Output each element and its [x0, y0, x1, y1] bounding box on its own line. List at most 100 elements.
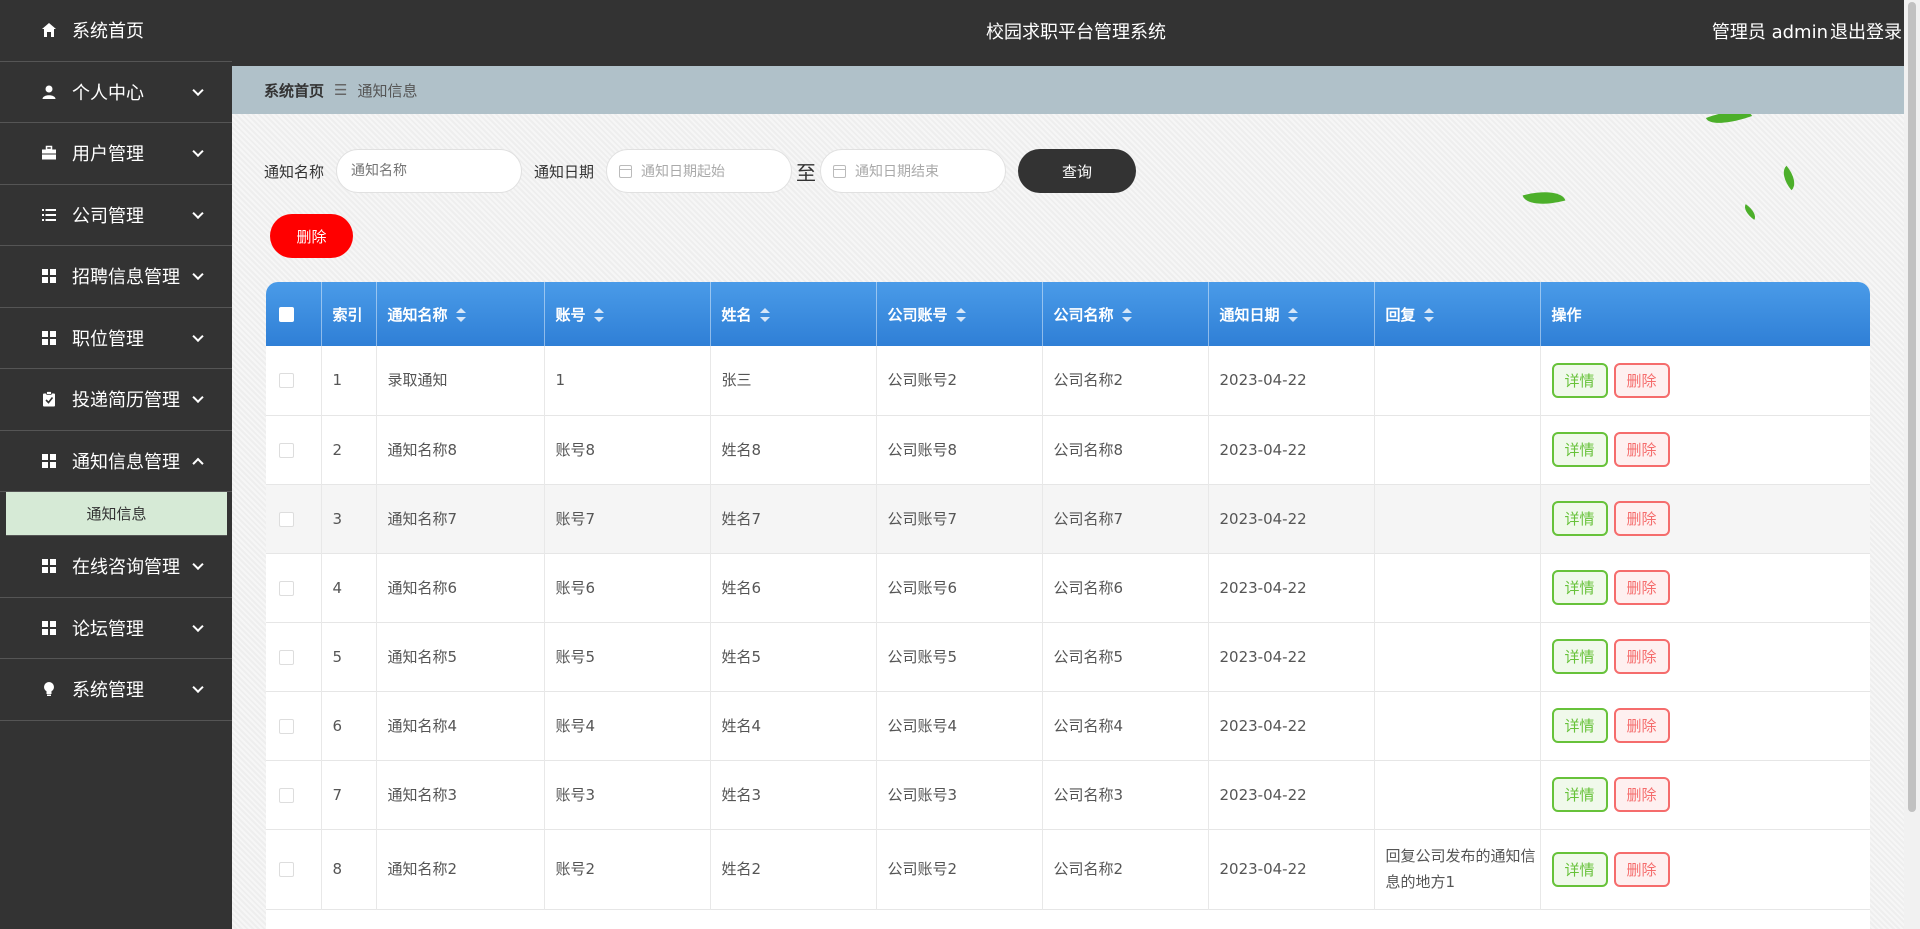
sidebar-item-2[interactable]: 用户管理 [0, 123, 232, 185]
sidebar-item-3[interactable]: 公司管理 [0, 185, 232, 246]
chevron-down-icon [192, 558, 204, 571]
header-reply[interactable]: 回复 [1374, 282, 1541, 346]
user-icon [40, 83, 58, 101]
cell-account: 账号8 [544, 415, 711, 484]
detail-button[interactable]: 详情 [1551, 362, 1608, 398]
row-delete-button[interactable]: 删除 [1613, 851, 1670, 887]
row-checkbox[interactable] [279, 580, 294, 596]
date-start-input[interactable]: 通知日期起始 [606, 149, 793, 193]
header-company-name[interactable]: 公司名称 [1042, 282, 1209, 346]
row-delete-button[interactable]: 删除 [1613, 639, 1670, 674]
page-scrollbar[interactable] [1904, 0, 1920, 929]
sort-icon[interactable] [593, 308, 604, 322]
cell-actions: 详情 删除 [1540, 622, 1870, 691]
row-select-cell [266, 760, 322, 829]
sidebar-item-4[interactable]: 招聘信息管理 [0, 246, 232, 308]
sidebar-item-10[interactable]: 系统管理 [0, 659, 232, 721]
sidebar-item-label: 系统首页 [72, 21, 144, 43]
row-checkbox[interactable] [279, 862, 294, 877]
sidebar-item-7[interactable]: 通知信息管理 [0, 431, 232, 492]
header-account[interactable]: 账号 [544, 282, 711, 346]
row-checkbox[interactable] [279, 787, 294, 803]
detail-button[interactable]: 详情 [1551, 501, 1608, 536]
cell-reply [1374, 760, 1541, 829]
cell-index: 5 [321, 622, 377, 691]
row-checkbox[interactable] [279, 442, 294, 458]
table-row: 5 通知名称5 账号5 姓名5 公司账号5 公司名称5 2023-04-22 详情 删除 [266, 622, 1870, 691]
sort-icon[interactable] [455, 308, 466, 322]
header-notice-date[interactable]: 通知日期 [1208, 282, 1375, 346]
cell-name: 通知名称5 [376, 622, 545, 691]
cell-date: 2023-04-22 [1208, 484, 1375, 553]
header-company-account[interactable]: 公司账号 [876, 282, 1043, 346]
cell-reply [1374, 622, 1541, 691]
detail-button[interactable]: 详情 [1551, 570, 1608, 605]
submenu-item-notice-info[interactable]: 通知信息 [6, 492, 227, 536]
cell-person: 张三 [710, 346, 877, 415]
bulb-icon [40, 680, 58, 698]
cell-index: 6 [321, 691, 377, 760]
row-checkbox[interactable] [279, 373, 294, 389]
cell-index: 2 [321, 415, 377, 484]
sidebar-item-8[interactable]: 在线咨询管理 [0, 536, 232, 598]
sort-icon[interactable] [1423, 308, 1434, 322]
sidebar-item-1[interactable]: 个人中心 [0, 62, 232, 123]
date-end-input[interactable]: 通知日期结束 [820, 149, 1007, 193]
sidebar-item-0[interactable]: 系统首页 [0, 0, 232, 62]
detail-button[interactable]: 详情 [1551, 708, 1608, 743]
cell-person: 姓名4 [710, 691, 877, 760]
row-checkbox[interactable] [279, 718, 294, 734]
query-button[interactable]: 查询 [1018, 149, 1137, 193]
sort-icon[interactable] [1121, 308, 1132, 322]
cell-date: 2023-04-22 [1208, 553, 1375, 622]
cell-person: 姓名7 [710, 484, 877, 553]
chevron-down-icon [192, 207, 204, 219]
row-delete-button[interactable]: 删除 [1613, 570, 1670, 605]
cell-person: 姓名6 [710, 553, 877, 622]
header-index: 索引 [321, 282, 377, 346]
home-icon [40, 21, 58, 39]
sidebar-item-9[interactable]: 论坛管理 [0, 598, 232, 659]
cell-reply: 回复公司发布的通知信息的地方1 [1374, 829, 1541, 909]
cell-account: 账号6 [544, 553, 711, 622]
chevron-down-icon [192, 84, 204, 96]
sidebar-item-label: 通知信息管理 [72, 451, 180, 473]
cell-date: 2023-04-22 [1208, 691, 1375, 760]
cell-company-account: 公司账号8 [876, 415, 1043, 484]
sort-icon[interactable] [759, 308, 770, 322]
cell-company-name: 公司名称4 [1042, 691, 1209, 760]
cell-name: 通知名称8 [376, 415, 545, 484]
sort-icon[interactable] [1287, 308, 1298, 322]
sidebar-item-label: 招聘信息管理 [72, 267, 180, 289]
breadcrumb-home[interactable]: 系统首页 [264, 80, 324, 101]
cell-index: 1 [321, 346, 377, 415]
header-notice-name[interactable]: 通知名称 [376, 282, 545, 346]
detail-button[interactable]: 详情 [1551, 777, 1608, 812]
scrollbar-thumb[interactable] [1908, 2, 1916, 812]
header-name[interactable]: 姓名 [710, 282, 877, 346]
row-delete-button[interactable]: 删除 [1613, 432, 1670, 467]
cell-date: 2023-04-22 [1208, 622, 1375, 691]
row-checkbox[interactable] [279, 649, 294, 665]
detail-button[interactable]: 详情 [1551, 432, 1608, 467]
cell-company-name: 公司名称3 [1042, 760, 1209, 829]
select-all-checkbox[interactable] [279, 307, 294, 322]
row-delete-button[interactable]: 删除 [1613, 777, 1670, 812]
row-delete-button[interactable]: 删除 [1613, 362, 1670, 398]
sidebar-item-6[interactable]: 投递简历管理 [0, 369, 232, 431]
row-checkbox[interactable] [279, 511, 294, 527]
cell-name: 通知名称4 [376, 691, 545, 760]
cell-actions: 详情 删除 [1540, 484, 1870, 553]
detail-button[interactable]: 详情 [1551, 639, 1608, 674]
sort-icon[interactable] [955, 308, 966, 322]
detail-button[interactable]: 详情 [1551, 851, 1608, 887]
cell-reply [1374, 346, 1541, 415]
notice-name-input[interactable] [336, 149, 523, 193]
row-delete-button[interactable]: 删除 [1613, 501, 1670, 536]
sidebar-item-5[interactable]: 职位管理 [0, 308, 232, 369]
cell-actions: 详情 删除 [1540, 691, 1870, 760]
cell-account: 账号7 [544, 484, 711, 553]
batch-delete-button[interactable]: 删除 [270, 214, 353, 258]
cell-company-name: 公司名称8 [1042, 415, 1209, 484]
row-delete-button[interactable]: 删除 [1613, 708, 1670, 743]
